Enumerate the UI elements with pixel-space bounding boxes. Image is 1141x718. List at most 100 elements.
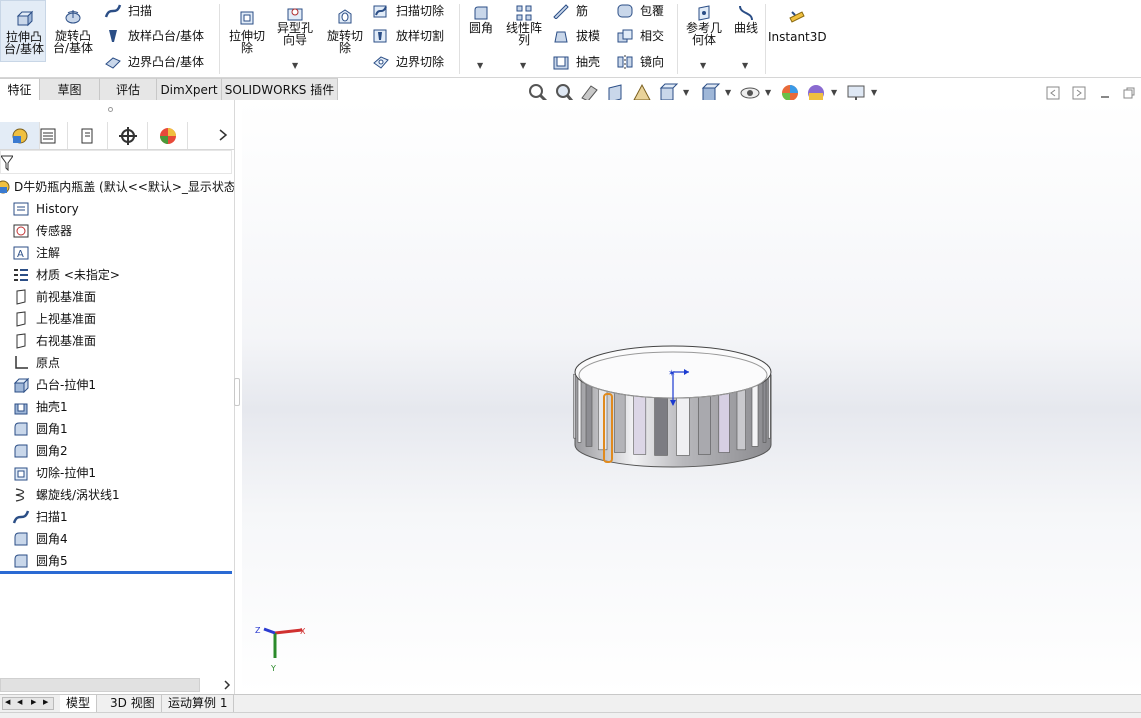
tab-configuration-manager[interactable]	[68, 122, 108, 149]
splitter-handle[interactable]	[234, 378, 240, 406]
instant3d-button[interactable]: Instant3D	[768, 0, 827, 50]
tab-motion-study[interactable]: 运动算例 1	[162, 695, 235, 712]
linear-pattern-icon	[516, 5, 532, 21]
tab-scroll-buttons[interactable]: ◀ ◀ ▶ ▶	[2, 697, 54, 710]
expand-left-icon[interactable]	[1046, 86, 1060, 100]
cut-extrude-icon	[14, 467, 28, 481]
chevron-down-icon[interactable]: ▼	[871, 88, 877, 97]
tab-dimxpert-manager[interactable]	[108, 122, 148, 149]
revolve-cut-button[interactable]: 旋转切 除	[322, 0, 368, 62]
expand-right-icon[interactable]	[1072, 86, 1086, 100]
chevron-down-icon[interactable]: ▼	[520, 60, 526, 72]
scroll-next-icon[interactable]: ▶	[31, 698, 36, 706]
tab-3d-views[interactable]: 3D 视图	[104, 695, 162, 712]
tab-display-manager[interactable]	[148, 122, 188, 149]
swept-cut-label: 扫描切除	[396, 4, 445, 18]
chevron-down-icon[interactable]: ▼	[477, 60, 483, 72]
tree-item[interactable]: 右视基准面	[0, 330, 234, 352]
minimize-icon[interactable]	[1098, 86, 1112, 100]
fillet-label: 圆角	[468, 21, 493, 35]
reference-geometry-label: 参考几 何体	[685, 21, 722, 47]
tree-root-part[interactable]: D牛奶瓶内瓶盖 (默认<<默认>_显示状态	[0, 176, 234, 198]
draft-button[interactable]: 拔模	[552, 25, 600, 47]
loft-boss-icon	[109, 30, 117, 42]
panel-drag-handle[interactable]	[108, 107, 113, 112]
tree-filter[interactable]	[0, 150, 232, 174]
tree-item-label: 传感器	[36, 224, 73, 238]
linear-pattern-button[interactable]: 线性阵 列 ▼	[502, 0, 546, 72]
panel-splitter[interactable]	[234, 100, 242, 694]
tree-item-label: History	[36, 202, 79, 216]
shell-button[interactable]: 抽壳	[552, 51, 600, 73]
tab-evaluate[interactable]: 评估	[100, 78, 157, 100]
tree-item[interactable]: 凸台-拉伸1	[0, 374, 234, 396]
tree-item[interactable]: 螺旋线/涡状线1	[0, 484, 234, 506]
tab-property-manager[interactable]	[28, 122, 68, 149]
scroll-last-icon[interactable]: ▶	[43, 698, 48, 706]
chevron-right-icon[interactable]	[218, 128, 228, 142]
revolve-boss-button[interactable]: 旋转凸 台/基体	[50, 0, 96, 62]
bottle-cap-model[interactable]	[573, 345, 772, 468]
chevron-down-icon[interactable]: ▼	[700, 60, 706, 72]
chevron-down-icon[interactable]: ▼	[831, 88, 837, 97]
tree-item[interactable]: 扫描1	[0, 506, 234, 528]
tree-item[interactable]: 圆角5	[0, 550, 234, 572]
tree-item[interactable]: History	[0, 198, 234, 220]
chevron-down-icon[interactable]: ▼	[292, 60, 298, 72]
tree-item[interactable]: 前视基准面	[0, 286, 234, 308]
curves-button[interactable]: 曲线 ▼	[728, 0, 764, 72]
knurl-rib	[577, 378, 582, 443]
boundary-boss-button[interactable]: 边界凸台/基体	[104, 51, 204, 73]
rollback-bar[interactable]	[0, 571, 232, 574]
loft-boss-button[interactable]: 放样凸台/基体	[104, 25, 204, 47]
mirror-label: 镜向	[640, 55, 665, 69]
draft-icon	[554, 31, 568, 43]
part-icon	[0, 180, 10, 194]
command-manager-ribbon: 拉伸凸 台/基体 旋转凸 台/基体 扫描 放样凸台/基体 边界凸台/基体 拉伸切…	[0, 0, 1141, 78]
tab-model[interactable]: 模型	[60, 695, 98, 712]
sweep-button[interactable]: 扫描	[104, 0, 152, 22]
tree-item-label: 凸台-拉伸1	[36, 378, 96, 392]
graphics-area[interactable]: ✶ X Y Z	[242, 100, 1141, 694]
boundary-cut-button[interactable]: 边界切除	[372, 51, 444, 73]
tree-item[interactable]: 传感器	[0, 220, 234, 242]
tree-item-label: 螺旋线/涡状线1	[36, 488, 120, 502]
tree-item[interactable]: 圆角4	[0, 528, 234, 550]
mirror-button[interactable]: 镜向	[616, 51, 664, 73]
extrude-boss-button[interactable]: 拉伸凸 台/基体	[0, 0, 46, 62]
reference-geometry-button[interactable]: 参考几 何体 ▼	[682, 0, 726, 72]
shell-label: 抽壳	[576, 55, 601, 69]
fillet-button[interactable]: 圆角 ▼	[462, 0, 500, 72]
extrude-cut-button[interactable]: 拉伸切 除	[224, 0, 270, 62]
chevron-down-icon[interactable]: ▼	[765, 88, 771, 97]
lofted-cut-button[interactable]: 放样切割	[372, 25, 444, 47]
chevron-down-icon[interactable]: ▼	[742, 60, 748, 72]
panel-horizontal-scrollbar[interactable]	[0, 678, 234, 692]
scroll-prev-icon[interactable]: ◀	[17, 698, 22, 706]
tree-item[interactable]: 圆角1	[0, 418, 234, 440]
tree-item-label: 注解	[36, 246, 61, 260]
chevron-down-icon[interactable]: ▼	[683, 88, 689, 97]
tree-item[interactable]: 材质 <未指定>	[0, 264, 234, 286]
tab-features[interactable]: 特征	[0, 78, 40, 100]
tree-item[interactable]: 原点	[0, 352, 234, 374]
tree-item[interactable]: A 注解	[0, 242, 234, 264]
tab-solidworks-addins[interactable]: SOLIDWORKS 插件	[222, 78, 338, 100]
swept-cut-button[interactable]: 扫描切除	[372, 0, 444, 22]
scroll-first-icon[interactable]: ◀	[5, 698, 10, 706]
tree-item[interactable]: 圆角2	[0, 440, 234, 462]
hole-wizard-button[interactable]: 异型孔 向导 ▼	[272, 0, 318, 72]
intersect-button[interactable]: 相交	[616, 25, 664, 47]
instant3d-label: Instant3D	[768, 30, 827, 44]
tab-dimxpert[interactable]: DimXpert	[157, 78, 222, 100]
wrap-button[interactable]: 包覆	[616, 0, 664, 22]
tree-item[interactable]: 切除-拉伸1	[0, 462, 234, 484]
chevron-down-icon[interactable]: ▼	[725, 88, 731, 97]
scroll-right-icon[interactable]	[222, 680, 232, 690]
scrollbar-thumb[interactable]	[0, 678, 200, 692]
rib-button[interactable]: 筋	[552, 0, 588, 22]
tree-item[interactable]: 抽壳1	[0, 396, 234, 418]
restore-icon[interactable]	[1122, 86, 1136, 100]
tree-item[interactable]: 上视基准面	[0, 308, 234, 330]
tab-sketch[interactable]: 草图	[40, 78, 100, 100]
